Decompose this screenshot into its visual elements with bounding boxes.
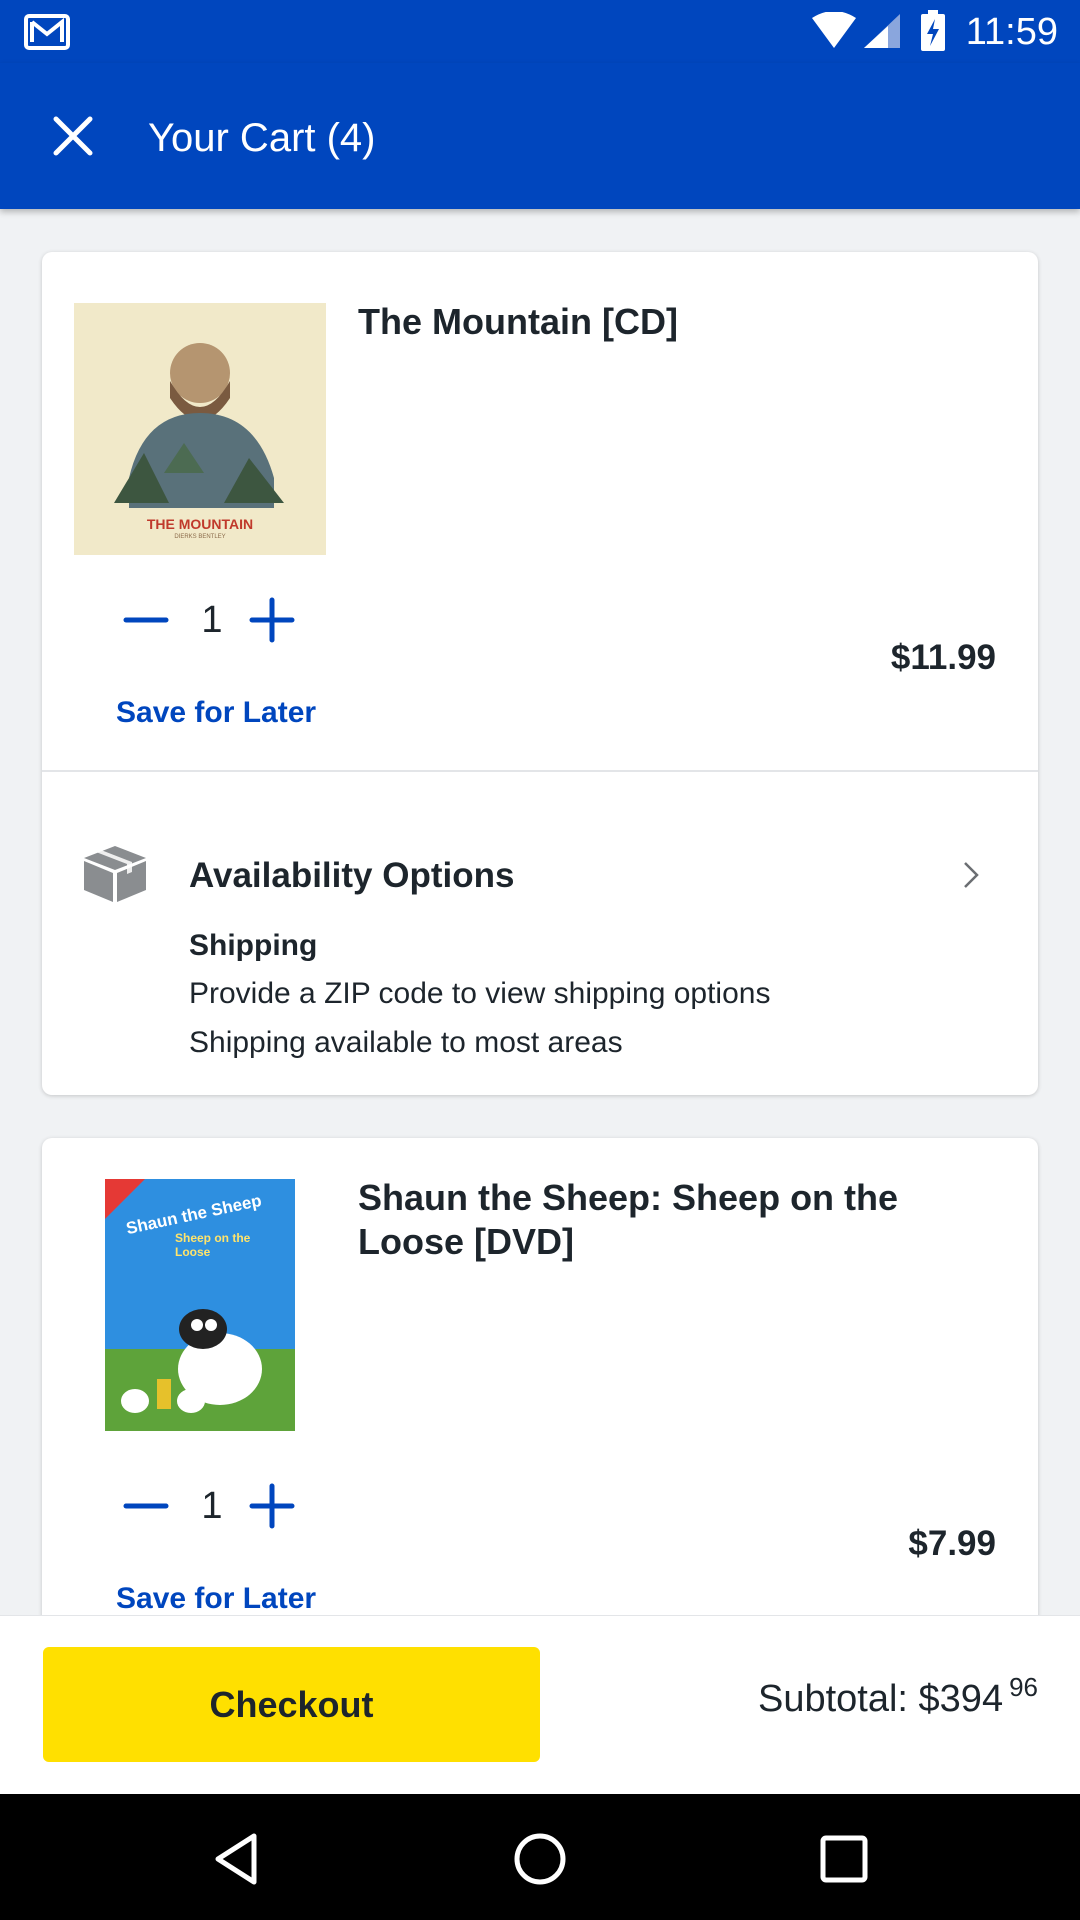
item-price: $7.99: [908, 1524, 996, 1563]
cover-subtitle: Sheep on the Loose: [175, 1231, 251, 1259]
page-title: Your Cart (4): [148, 116, 376, 160]
product-name[interactable]: The Mountain [CD]: [358, 300, 978, 344]
availability-options-row[interactable]: Availability Options: [42, 820, 1038, 920]
item-price: $11.99: [890, 638, 996, 677]
subtotal-amount: Subtotal: $394: [757, 1678, 1004, 1720]
product-image[interactable]: THE MOUNTAIN DIERKS BENTLEY: [74, 303, 326, 555]
close-icon[interactable]: [48, 111, 98, 161]
checkout-bar: Checkout Subtotal: $394 96: [0, 1615, 1080, 1794]
status-time: 11:59: [965, 11, 1058, 53]
system-nav-bar: [0, 1794, 1080, 1920]
product-image[interactable]: Shaun the Sheep Sheep on the Loose: [105, 1179, 295, 1431]
divider: [42, 770, 1038, 772]
save-for-later-link[interactable]: Save for Later: [116, 1582, 316, 1615]
cart-list[interactable]: THE MOUNTAIN DIERKS BENTLEY The Mountain…: [0, 209, 1080, 1615]
shipping-info-line: Provide a ZIP code to view shipping opti…: [189, 977, 771, 1010]
battery-charging-icon: [920, 10, 946, 57]
cart-item-card: THE MOUNTAIN DIERKS BENTLEY The Mountain…: [42, 252, 1038, 1095]
subtotal-cents: 96: [1009, 1672, 1038, 1702]
checkout-button[interactable]: Checkout: [43, 1647, 540, 1762]
quantity-stepper: 1: [116, 1476, 316, 1536]
shipping-info-line: Shipping available to most areas: [189, 1026, 623, 1059]
wifi-icon: [810, 11, 858, 55]
app-bar: Your Cart (4): [0, 63, 1080, 209]
home-icon[interactable]: [505, 1824, 575, 1894]
cart-item-card: Shaun the Sheep Sheep on the Loose Shaun…: [42, 1138, 1038, 1615]
quantity-value: 1: [201, 1485, 223, 1527]
shipping-title: Shipping: [189, 929, 318, 962]
cover-subtitle: DIERKS BENTLEY: [174, 534, 226, 540]
gmail-icon: [24, 12, 70, 57]
product-name[interactable]: Shaun the Sheep: Sheep on the Loose [DVD…: [358, 1176, 978, 1264]
quantity-stepper: 1: [116, 590, 316, 650]
availability-title: Availability Options: [189, 856, 515, 895]
plus-icon[interactable]: [242, 590, 302, 650]
subtotal: Subtotal: $394 96: [757, 1672, 1038, 1721]
back-icon[interactable]: [202, 1824, 272, 1894]
minus-icon[interactable]: [116, 1476, 176, 1536]
plus-icon[interactable]: [242, 1476, 302, 1536]
status-bar: 11:59: [0, 0, 1080, 63]
chevron-right-icon: [960, 860, 982, 895]
save-for-later-link[interactable]: Save for Later: [116, 696, 316, 730]
minus-icon[interactable]: [116, 590, 176, 650]
package-icon: [82, 844, 148, 909]
quantity-value: 1: [201, 599, 223, 641]
signal-icon: [862, 12, 902, 55]
cover-title: THE MOUNTAIN: [146, 516, 254, 532]
recents-icon[interactable]: [809, 1824, 879, 1894]
